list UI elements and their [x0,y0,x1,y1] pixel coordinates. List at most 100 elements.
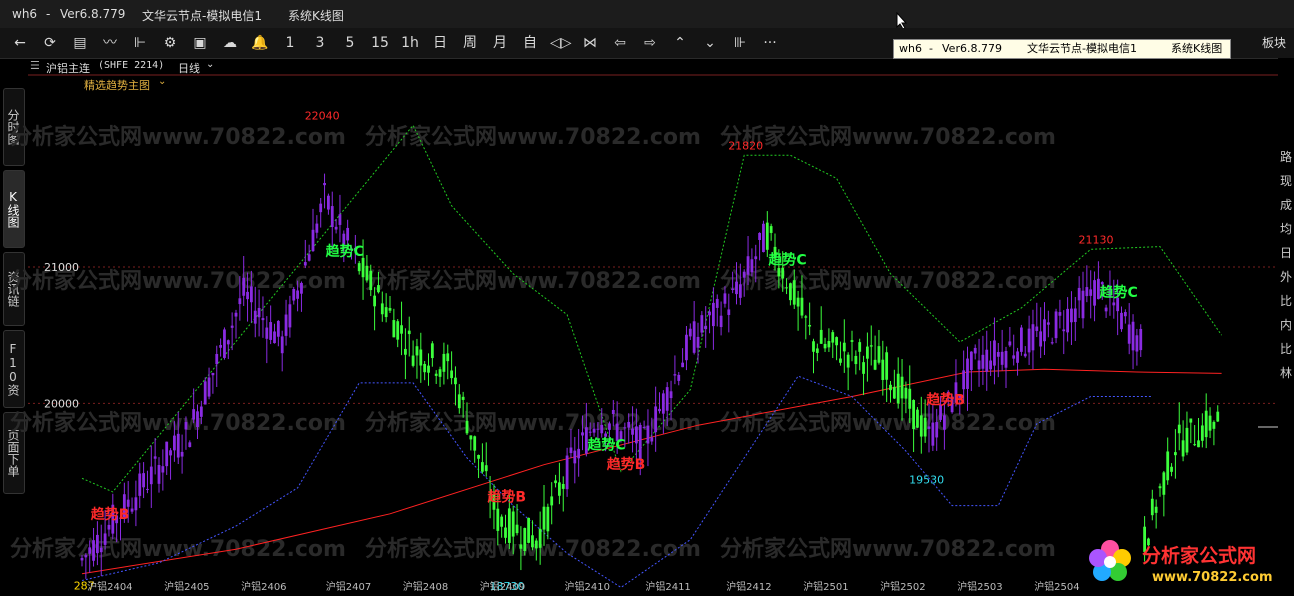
period-custom[interactable]: 自 [520,32,540,54]
period-day[interactable]: 日 [430,32,450,54]
candle-body [107,524,111,530]
candle-icon[interactable]: ⊩ [130,32,150,54]
server-node: 文华云节点-模拟电信1 [142,9,262,23]
candle-body [881,359,885,380]
candle-body [654,406,658,433]
screen-icon[interactable]: ▣ [190,32,210,54]
period-month[interactable]: 月 [490,32,510,54]
period-15m[interactable]: 15 [370,32,390,54]
list-icon[interactable]: ▤ [70,32,90,54]
back-icon[interactable]: ← [10,32,30,54]
candle-body [477,454,480,459]
candle-body [912,400,915,430]
right-panel-char: 路 [1280,150,1293,164]
candle-body [746,256,750,275]
candle-body [846,354,850,368]
candle-body [1112,302,1116,306]
candle-body [681,362,684,368]
candle-body [188,442,192,447]
up-icon[interactable]: ⌃ [670,32,690,54]
candle-body [1212,421,1216,429]
hourglass-icon[interactable]: ⋈ [580,32,600,54]
candle-body [996,352,1000,357]
zoom-icon[interactable]: ◁▷ [550,32,572,54]
candle-body [80,557,84,561]
candle-body [646,425,650,444]
candle-body [892,386,896,399]
tooltip-view: 系统K线图 [1171,42,1223,55]
split-icon[interactable]: ⊪ [730,32,750,54]
sector-button[interactable]: 板块 [1262,34,1286,51]
tooltip-node: 文华云节点-模拟电信1 [1027,42,1137,55]
candle-body [473,436,477,451]
candle-body [280,336,284,354]
logo-name: 分析家公式网 [1142,544,1256,567]
candle-body [1104,307,1108,312]
candle-body [962,370,966,390]
right-panel-strip: 路现成均日外比内比林 [1278,58,1294,588]
down-icon[interactable]: ⌄ [700,32,720,54]
candle-body [623,427,627,429]
refresh-icon[interactable]: ⟳ [40,32,60,54]
signal-label-B: 趋势B [487,488,526,505]
candle-body [515,524,519,534]
candle-body [246,291,249,300]
candle-body [523,528,527,551]
period-5m[interactable]: 5 [340,32,360,54]
candle-body [1093,280,1096,306]
candle-body [519,544,523,549]
candle-body [800,297,804,316]
candle-body [823,343,827,349]
tooltip-version: Ver6.8.779 [942,42,1002,55]
candle-body [627,421,631,428]
period-3m[interactable]: 3 [310,32,330,54]
prev-icon[interactable]: ⇦ [610,32,630,54]
candle-body [769,226,773,233]
period-1m[interactable]: 1 [280,32,300,54]
period-week[interactable]: 周 [460,32,480,54]
candle-body [977,360,981,370]
more-icon[interactable]: ··· [760,32,780,54]
candle-body [1139,328,1143,351]
candle-body [319,203,323,213]
candle-body [1012,355,1016,359]
view-name: 系统K线图 [288,9,344,23]
candle-body [831,332,835,343]
watermark-text: 分析家公式网www.70822.com [365,268,701,294]
candle-body [638,424,642,460]
right-panel-char: 成 [1280,198,1293,212]
candle-body [596,428,600,430]
line-icon[interactable]: 〰 [100,32,120,54]
candle-body [789,283,792,301]
candle-body [273,331,276,344]
candle-body [380,303,384,315]
candle-body [696,336,700,348]
signal-label-B: 趋势B [926,392,965,409]
candle-body [565,455,569,490]
candle-body [750,259,754,273]
candle-body [161,466,165,473]
next-icon[interactable]: ⇨ [640,32,660,54]
signal-label-C: 趋势C [587,437,625,454]
y-tick-label: 20000 [44,397,79,410]
candle-body [569,447,573,454]
right-panel-char: 林 [1280,366,1293,380]
x-tick-label: 沪铝2410 [565,580,610,593]
candle-body [592,428,596,433]
candle-body [407,330,411,335]
right-panel-char: 均 [1280,222,1293,236]
cloud-icon[interactable]: ☁ [220,32,240,54]
x-tick-label: 沪铝2405 [164,580,209,593]
candle-body [396,321,400,340]
candle-body [935,422,939,438]
candle-body [184,422,188,430]
candle-body [1043,319,1046,342]
formula-icon[interactable]: ⚙ [160,32,180,54]
period-1h[interactable]: 1h [400,32,420,54]
candle-body [1120,312,1123,330]
candle-body [1035,326,1039,331]
x-tick-label: 沪铝2411 [645,580,690,593]
candle-body [673,374,677,376]
kline-chart[interactable]: 分析家公式网www.70822.com 分析家公式网www.70822.com 分析… [0,58,1294,596]
bell-icon[interactable]: 🔔 [250,32,270,54]
